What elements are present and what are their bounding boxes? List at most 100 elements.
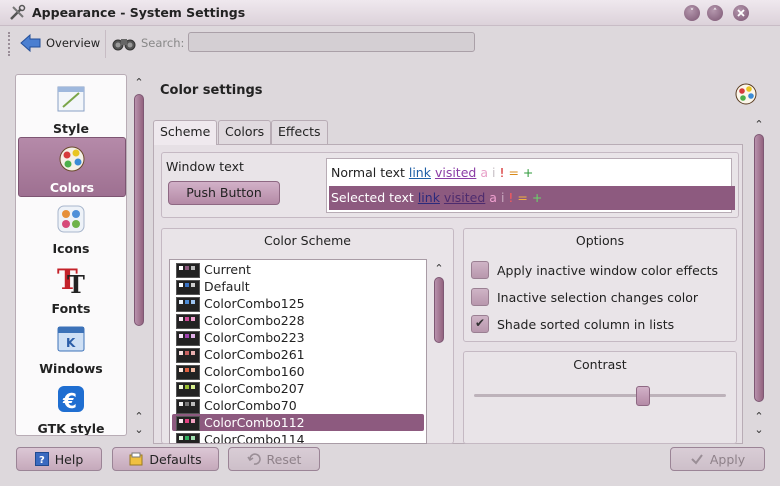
options-title: Options xyxy=(575,233,625,248)
sidebar-scrollbar[interactable]: ⌃ ⌃ ⌄ xyxy=(131,76,147,436)
option-label: Inactive selection changes color xyxy=(497,289,699,305)
list-item[interactable]: ColorCombo70 xyxy=(172,397,424,414)
selected-active-sample: a xyxy=(489,190,497,205)
category-sidebar: Style Colors Icons TT Fonts K Windows € … xyxy=(15,74,127,436)
sidebar-item-label: Fonts xyxy=(51,301,91,316)
apply-label: Apply xyxy=(709,451,746,467)
sidebar-item-label: Colors xyxy=(49,180,95,195)
selected-negative-sample: ! xyxy=(508,190,514,205)
defaults-icon xyxy=(129,452,143,466)
option-label: Apply inactive window color effects xyxy=(497,262,719,278)
selected-positive-sample: + xyxy=(531,190,543,205)
scroll-up-icon[interactable]: ⌃ xyxy=(752,410,766,423)
list-item[interactable]: ColorCombo223 xyxy=(172,329,424,346)
contrast-slider-handle[interactable] xyxy=(635,386,650,406)
scheme-swatch xyxy=(176,433,200,443)
shade-sorted-column-checkbox[interactable]: ✔ xyxy=(471,315,489,333)
list-item[interactable]: ColorCombo261 xyxy=(172,346,424,363)
overview-button[interactable]: Overview xyxy=(16,31,104,55)
apply-button[interactable]: Apply xyxy=(670,447,765,471)
color-scheme-list[interactable]: Current Default ColorCombo125 ColorCombo… xyxy=(169,259,427,444)
style-icon xyxy=(57,86,85,112)
windows-icon: K xyxy=(57,326,85,352)
tab-label: Effects xyxy=(278,124,321,139)
scroll-thumb[interactable] xyxy=(134,94,144,326)
colors-icon xyxy=(59,146,85,172)
scroll-thumb[interactable] xyxy=(434,277,444,343)
search-label: Search: xyxy=(141,36,185,50)
toolbar-separator xyxy=(105,30,106,58)
toolbar-grip[interactable] xyxy=(8,32,11,56)
tab-scheme[interactable]: Scheme xyxy=(153,120,218,145)
list-item[interactable]: ColorCombo160 xyxy=(172,363,424,380)
negative-sample: ! xyxy=(499,165,505,180)
overview-label: Overview xyxy=(46,36,101,50)
scroll-up-icon[interactable]: ⌃ xyxy=(752,118,766,131)
sidebar-item-windows[interactable]: K Windows xyxy=(18,319,124,377)
scheme-swatch xyxy=(176,331,200,346)
scroll-up-icon[interactable]: ⌃ xyxy=(132,76,146,89)
apply-inactive-effects-option[interactable]: Apply inactive window color effects xyxy=(471,261,718,279)
sidebar-item-icons[interactable]: Icons xyxy=(18,199,124,257)
scheme-swatch xyxy=(176,348,200,363)
main-scrollbar[interactable]: ⌃ ⌃ ⌄ xyxy=(751,118,767,436)
push-button-preview[interactable]: Push Button xyxy=(168,181,280,205)
svg-text:T: T xyxy=(67,270,85,295)
scheme-name: ColorCombo112 xyxy=(204,415,305,430)
inactive-sample: i xyxy=(491,165,496,180)
fonts-icon: TT xyxy=(57,263,85,295)
close-icon xyxy=(737,9,745,17)
scheme-swatch xyxy=(176,297,200,312)
window-text-label: Window text xyxy=(166,159,244,174)
reset-button[interactable]: Reset xyxy=(228,447,320,471)
scroll-up-icon[interactable]: ⌃ xyxy=(132,410,146,423)
list-item[interactable]: ColorCombo228 xyxy=(172,312,424,329)
defaults-button[interactable]: Defaults xyxy=(112,447,219,471)
inactive-selection-option[interactable]: Inactive selection changes color xyxy=(471,288,698,306)
list-item[interactable]: ColorCombo207 xyxy=(172,380,424,397)
selected-neutral-sample: = xyxy=(517,190,528,205)
list-item[interactable]: Default xyxy=(172,278,424,295)
scheme-swatch xyxy=(176,416,200,431)
sidebar-item-gtk-style[interactable]: € GTK style xyxy=(18,379,124,435)
svg-text:?: ? xyxy=(39,455,45,466)
scheme-name: ColorCombo207 xyxy=(204,381,305,396)
visited-sample[interactable]: visited xyxy=(435,165,476,180)
search-input[interactable] xyxy=(188,32,475,52)
sidebar-item-style[interactable]: Style xyxy=(18,79,124,137)
shade-sorted-column-option[interactable]: ✔ Shade sorted column in lists xyxy=(471,315,674,333)
svg-text:€: € xyxy=(62,389,77,413)
list-item[interactable]: ColorCombo125 xyxy=(172,295,424,312)
minimize-button[interactable]: ˅ xyxy=(684,5,700,21)
checkmark-icon xyxy=(691,454,703,465)
close-button[interactable] xyxy=(733,5,749,21)
apply-inactive-effects-checkbox[interactable] xyxy=(471,261,489,279)
scroll-up-icon[interactable]: ⌃ xyxy=(432,262,446,275)
sidebar-item-fonts[interactable]: TT Fonts xyxy=(18,259,124,317)
scheme-name: Current xyxy=(204,262,251,277)
contrast-title: Contrast xyxy=(573,357,627,372)
maximize-button[interactable]: ˄ xyxy=(707,5,723,21)
scroll-thumb[interactable] xyxy=(754,134,764,402)
scheme-list-scrollbar[interactable]: ⌃ xyxy=(431,262,447,444)
contrast-slider-track[interactable] xyxy=(474,394,726,397)
scroll-down-icon[interactable]: ⌄ xyxy=(752,423,766,436)
inactive-selection-checkbox[interactable] xyxy=(471,288,489,306)
tab-effects[interactable]: Effects xyxy=(271,120,328,144)
scheme-swatch xyxy=(176,382,200,397)
link-sample[interactable]: link xyxy=(409,165,431,180)
color-palette-icon xyxy=(733,80,759,106)
list-item[interactable]: ColorCombo114 xyxy=(172,431,424,443)
tab-colors[interactable]: Colors xyxy=(218,120,272,144)
list-item[interactable]: Current xyxy=(172,261,424,278)
scroll-down-icon[interactable]: ⌄ xyxy=(132,423,146,436)
sidebar-item-colors[interactable]: Colors xyxy=(18,137,126,197)
selected-link-sample[interactable]: link xyxy=(418,190,440,205)
selected-visited-sample[interactable]: visited xyxy=(444,190,485,205)
scheme-swatch xyxy=(176,263,200,278)
list-item-selected[interactable]: ColorCombo112 xyxy=(172,414,424,431)
scheme-name: ColorCombo70 xyxy=(204,398,297,413)
help-button[interactable]: ? Help xyxy=(16,447,102,471)
scheme-swatch xyxy=(176,399,200,414)
color-scheme-title: Color Scheme xyxy=(264,233,351,248)
